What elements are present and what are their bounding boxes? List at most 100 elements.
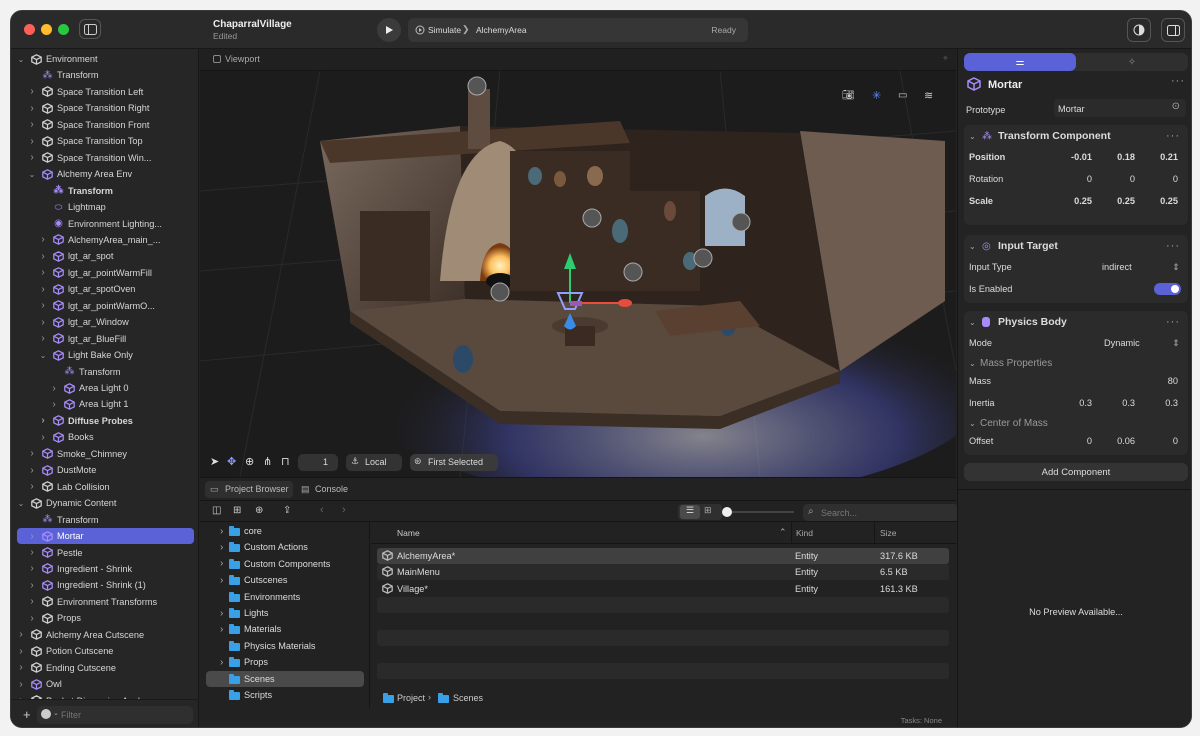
tab-project-browser[interactable]: ▭ Project Browser bbox=[205, 481, 293, 498]
sidebar-toggle-icon[interactable]: ◫ bbox=[212, 505, 221, 516]
folder-item[interactable]: Scripts bbox=[206, 687, 364, 703]
hierarchy-item[interactable]: › Lab Collision bbox=[17, 479, 194, 495]
updown-icon[interactable]: ⇕ bbox=[1172, 338, 1180, 349]
select-tool-icon[interactable]: ➤ bbox=[210, 455, 219, 468]
pivot-dropdown[interactable]: ⊛ First Selected bbox=[410, 454, 498, 471]
hierarchy-item[interactable]: › Pestle bbox=[17, 545, 194, 561]
hierarchy-item[interactable]: › Space Transition Left bbox=[17, 84, 194, 100]
is-enabled-toggle[interactable] bbox=[1154, 283, 1181, 295]
hierarchy-item[interactable]: › Smoke_Chimney bbox=[17, 446, 194, 462]
tab-console[interactable]: ▤ Console bbox=[298, 481, 358, 498]
target-icon[interactable]: ⊙ bbox=[1172, 101, 1180, 112]
position-x[interactable]: -0.01 bbox=[1052, 152, 1092, 162]
input-target-header[interactable]: ⌄ ◎ Input Target ··· bbox=[964, 235, 1188, 257]
chevron-right-icon[interactable]: › bbox=[39, 300, 47, 311]
hierarchy-item[interactable]: › Alchemy Area Cutscene bbox=[17, 627, 194, 643]
chevron-right-icon[interactable]: › bbox=[17, 679, 25, 690]
folder-item[interactable]: › Materials bbox=[206, 621, 364, 637]
filter-field[interactable]: ⌄ Filter bbox=[37, 706, 193, 724]
scale-x[interactable]: 0.25 bbox=[1052, 196, 1092, 206]
rotate-tool-icon[interactable]: ⊕ bbox=[245, 455, 254, 468]
hierarchy-item[interactable]: › DustMote bbox=[17, 462, 194, 478]
viewport[interactable]: Viewport ⌖ 📷︎ ✳ ▭ ≋ bbox=[200, 49, 956, 477]
offset-z[interactable]: 0 bbox=[1138, 436, 1178, 446]
grid-view-icon[interactable]: ⊞ bbox=[704, 505, 712, 516]
chevron-right-icon[interactable]: › bbox=[220, 575, 223, 586]
back-icon[interactable]: ‹ bbox=[320, 504, 324, 516]
prototype-field[interactable]: Mortar ⊙ bbox=[1054, 99, 1186, 117]
chevron-right-icon[interactable]: › bbox=[39, 251, 47, 262]
chevron-right-icon[interactable]: › bbox=[220, 657, 223, 668]
column-size[interactable]: Size bbox=[880, 528, 897, 538]
mass-properties-header[interactable]: ⌄ Mass Properties bbox=[964, 353, 1188, 373]
hierarchy-item[interactable]: › lgt_ar_spotOven bbox=[17, 281, 194, 297]
hierarchy-item[interactable]: › lgt_ar_spot bbox=[17, 248, 194, 264]
search-field[interactable]: ⌕ Search... bbox=[803, 504, 959, 521]
chevron-right-icon[interactable]: › bbox=[39, 432, 47, 443]
hierarchy-item[interactable]: › Props bbox=[17, 610, 194, 626]
chevron-right-icon[interactable]: › bbox=[220, 542, 223, 553]
transform-header[interactable]: ⌄ ⁂ Transform Component ··· bbox=[964, 125, 1188, 147]
more-icon[interactable]: ··· bbox=[1166, 316, 1180, 328]
hierarchy-item[interactable]: › Space Transition Top bbox=[17, 133, 194, 149]
hierarchy-item[interactable]: › AlchemyArea_main_... bbox=[17, 232, 194, 248]
hierarchy-item[interactable]: › lgt_ar_pointWarmFill bbox=[17, 265, 194, 281]
move-tool-icon[interactable]: ✥ bbox=[227, 455, 236, 468]
rotation-x[interactable]: 0 bbox=[1052, 174, 1092, 184]
viewport-checkbox[interactable] bbox=[213, 55, 221, 63]
mass-value[interactable]: 80 bbox=[1138, 376, 1178, 386]
hierarchy-item[interactable]: › lgt_ar_BlueFill bbox=[17, 331, 194, 347]
hierarchy-item[interactable]: ⁂ Transform bbox=[17, 67, 194, 83]
chevron-right-icon[interactable]: › bbox=[220, 608, 223, 619]
hierarchy-item[interactable]: ⁂ Transform bbox=[17, 512, 194, 528]
folder-item[interactable]: Scenes bbox=[206, 670, 364, 687]
hierarchy-item[interactable]: › Environment Transforms bbox=[17, 594, 194, 610]
chevron-right-icon[interactable]: › bbox=[50, 383, 58, 394]
add-menu-icon[interactable]: ⊕ bbox=[255, 505, 263, 516]
chevron-right-icon[interactable]: › bbox=[28, 86, 36, 97]
chevron-down-icon[interactable]: ⌄ bbox=[39, 351, 47, 360]
hierarchy-item[interactable]: ⌄ Light Bake Only bbox=[17, 347, 194, 363]
chevron-right-icon[interactable]: › bbox=[28, 563, 36, 574]
scheme-bar[interactable]: Simulate ❯ AlchemyArea Ready bbox=[408, 18, 748, 42]
chevron-right-icon[interactable]: › bbox=[28, 103, 36, 114]
file-row[interactable]: AlchemyArea* Entity 317.6 KB bbox=[377, 548, 949, 564]
close-window-button[interactable] bbox=[24, 24, 35, 35]
column-kind[interactable]: Kind bbox=[796, 528, 813, 538]
scale-z[interactable]: 0.25 bbox=[1138, 196, 1178, 206]
hierarchy-item[interactable]: ⌄ Alchemy Area Env bbox=[17, 166, 194, 182]
rotation-z[interactable]: 0 bbox=[1138, 174, 1178, 184]
hierarchy-item[interactable]: ⁂ Transform bbox=[17, 364, 194, 380]
more-icon[interactable]: ··· bbox=[1166, 240, 1180, 252]
physics-body-header[interactable]: ⌄ Physics Body ··· bbox=[964, 311, 1188, 333]
forward-icon[interactable]: › bbox=[342, 504, 346, 516]
hierarchy-item[interactable]: ◉ Environment Lighting... bbox=[17, 216, 194, 232]
offset-y[interactable]: 0.06 bbox=[1095, 436, 1135, 446]
rotation-y[interactable]: 0 bbox=[1095, 174, 1135, 184]
snap-icon[interactable]: ⊓ bbox=[281, 455, 290, 468]
center-of-mass-header[interactable]: ⌄ Center of Mass bbox=[964, 413, 1188, 433]
folder-item[interactable]: › Lights bbox=[206, 605, 364, 621]
chevron-right-icon[interactable]: › bbox=[28, 119, 36, 130]
chevron-right-icon[interactable]: › bbox=[17, 629, 25, 640]
chevron-right-icon[interactable]: › bbox=[28, 448, 36, 459]
folder-item[interactable]: › Custom Components bbox=[206, 556, 364, 572]
path-scenes[interactable]: Scenes bbox=[453, 693, 483, 703]
folder-item[interactable]: › Custom Actions bbox=[206, 539, 364, 555]
offset-x[interactable]: 0 bbox=[1052, 436, 1092, 446]
chevron-right-icon[interactable]: › bbox=[28, 136, 36, 147]
column-name[interactable]: Name bbox=[397, 528, 420, 538]
hierarchy-item[interactable]: › lgt_ar_Window bbox=[17, 314, 194, 330]
thumbnail-size-slider[interactable] bbox=[722, 511, 794, 513]
chevron-right-icon[interactable]: › bbox=[28, 547, 36, 558]
hierarchy-item[interactable]: › Area Light 0 bbox=[17, 380, 194, 396]
hierarchy-item[interactable]: › Space Transition Front bbox=[17, 117, 194, 133]
chevron-down-icon[interactable]: ⌄ bbox=[17, 55, 25, 64]
position-z[interactable]: 0.21 bbox=[1138, 152, 1178, 162]
path-project[interactable]: Project bbox=[397, 693, 425, 703]
zoom-window-button[interactable] bbox=[58, 24, 69, 35]
import-icon[interactable]: ⇪ bbox=[283, 505, 291, 516]
layers-icon[interactable]: ≋ bbox=[924, 89, 933, 102]
chevron-right-icon[interactable]: › bbox=[28, 580, 36, 591]
inertia-z[interactable]: 0.3 bbox=[1138, 398, 1178, 408]
